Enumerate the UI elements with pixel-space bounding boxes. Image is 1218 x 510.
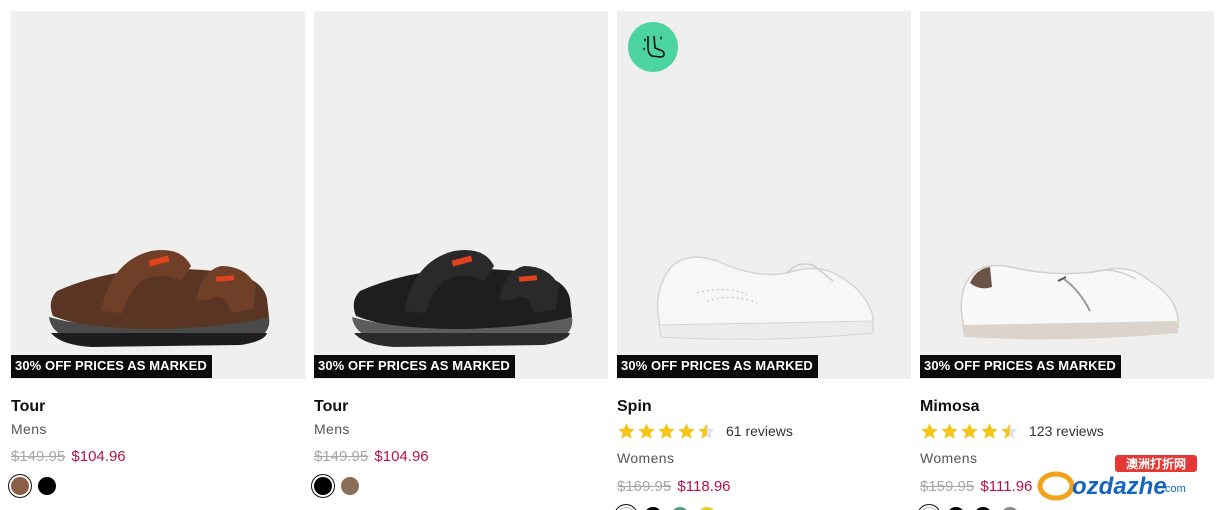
promo-label: 30% OFF PRICES AS MARKED <box>314 355 515 378</box>
product-info: Spin 61 reviews Womens $169.95 $118.96 <box>617 379 911 510</box>
star-icon <box>658 422 675 439</box>
sale-price: $118.96 <box>677 478 731 495</box>
color-swatch[interactable] <box>38 477 56 495</box>
star-icon <box>698 422 715 439</box>
black-leather-sandal-image <box>352 250 573 347</box>
star-icon <box>678 422 695 439</box>
star-icon <box>638 422 655 439</box>
product-rating[interactable]: 123 reviews <box>920 421 1214 441</box>
promo-label: 30% OFF PRICES AS MARKED <box>920 355 1121 378</box>
foot-comfort-icon <box>628 22 678 72</box>
review-count[interactable]: 61 reviews <box>726 423 793 439</box>
original-price: $149.95 <box>314 448 369 465</box>
product-card[interactable]: 30% OFF PRICES AS MARKED Mimosa 123 revi… <box>920 11 1214 510</box>
product-name[interactable]: Mimosa <box>920 398 1214 416</box>
color-swatch[interactable] <box>11 477 29 495</box>
original-price: $169.95 <box>617 478 672 495</box>
star-icon <box>618 422 635 439</box>
product-card[interactable]: 30% OFF PRICES AS MARKED Tour Mens $149.… <box>11 11 305 510</box>
promo-label: 30% OFF PRICES AS MARKED <box>11 355 212 378</box>
star-rating <box>920 422 1019 441</box>
color-swatch[interactable] <box>341 477 359 495</box>
star-icon <box>1001 422 1018 439</box>
sale-price: $104.96 <box>374 448 429 465</box>
white-zip-sneaker-image <box>960 264 1179 340</box>
product-category: Mens <box>314 421 350 437</box>
product-card[interactable]: 30% OFF PRICES AS MARKED Spin 61 reviews… <box>617 11 911 510</box>
promo-label: 30% OFF PRICES AS MARKED <box>617 355 818 378</box>
star-rating <box>617 422 716 441</box>
product-price: $169.95 $118.96 <box>617 479 911 495</box>
watermark-suffix-text: .com <box>1162 483 1186 495</box>
product-category: Womens <box>617 450 675 466</box>
star-icon <box>921 422 938 439</box>
product-image[interactable]: 30% OFF PRICES AS MARKED <box>920 11 1214 379</box>
product-info: Tour Mens $149.95 $104.96 <box>314 379 608 495</box>
watermark-main-text: ozdazhe <box>1072 473 1167 500</box>
product-grid: 30% OFF PRICES AS MARKED Tour Mens $149.… <box>11 11 1214 510</box>
product-card[interactable]: 30% OFF PRICES AS MARKED Tour Mens $149.… <box>314 11 608 510</box>
color-swatch[interactable] <box>314 477 332 495</box>
product-rating[interactable]: 61 reviews <box>617 421 911 441</box>
star-icon <box>941 422 958 439</box>
product-price: $149.95 $104.96 <box>314 449 608 465</box>
product-name[interactable]: Spin <box>617 398 911 416</box>
star-icon <box>981 422 998 439</box>
brown-leather-sandal-image <box>49 250 270 347</box>
color-swatches <box>11 477 305 495</box>
original-price: $149.95 <box>11 448 66 465</box>
watermark-top-text: 澳洲打折网 <box>1126 456 1186 471</box>
product-image[interactable]: 30% OFF PRICES AS MARKED <box>11 11 305 379</box>
product-info: Tour Mens $149.95 $104.96 <box>11 379 305 495</box>
product-name[interactable]: Tour <box>314 398 608 416</box>
white-sneaker-image <box>656 256 874 340</box>
color-swatches <box>314 477 608 495</box>
ozdazhe-watermark-logo: 澳洲打折网 ozdazhe .com <box>1037 455 1197 501</box>
product-image[interactable]: 30% OFF PRICES AS MARKED <box>617 11 911 379</box>
product-price: $149.95 $104.96 <box>11 449 305 465</box>
review-count[interactable]: 123 reviews <box>1029 423 1104 439</box>
product-name[interactable]: Tour <box>11 398 305 416</box>
original-price: $159.95 <box>920 478 975 495</box>
star-icon <box>961 422 978 439</box>
sale-price: $104.96 <box>71 448 126 465</box>
product-image[interactable]: 30% OFF PRICES AS MARKED <box>314 11 608 379</box>
product-category: Mens <box>11 421 47 437</box>
